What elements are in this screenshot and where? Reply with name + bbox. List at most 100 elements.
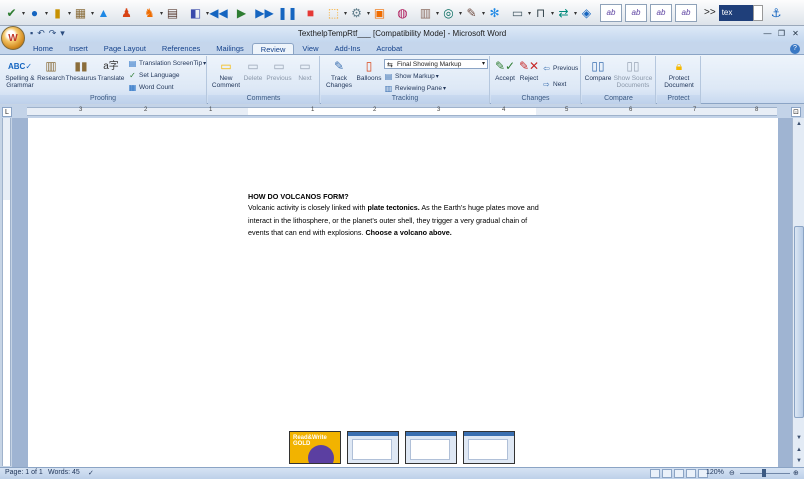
view-ruler-icon[interactable]: ⊡ [791, 107, 801, 117]
person-icon[interactable]: ♟ [117, 3, 136, 23]
check-spelling-icon[interactable]: ✔ ▾ [2, 3, 25, 23]
texthelp-logo[interactable]: tex [718, 4, 753, 21]
stop-icon[interactable]: ■ [301, 3, 320, 23]
markup-select-value: Final Showing Markup [397, 61, 462, 68]
fact-finder-icon[interactable]: ◈ [577, 3, 596, 23]
zoom-level[interactable]: 120% [706, 469, 724, 476]
proofing-status-icon[interactable]: ✓ [88, 469, 94, 477]
window-thumbnail-2[interactable] [405, 431, 457, 464]
spell-button-3[interactable]: ab [650, 3, 672, 22]
translation-screentip-button[interactable]: ▤ Translation ScreenTip ▾ [128, 59, 206, 68]
speaker-icon[interactable]: ◧ ▾ [186, 3, 209, 23]
spell-button-2[interactable]: ab [625, 3, 647, 22]
page-count[interactable]: Page: 1 of 1 [5, 469, 43, 476]
rewind-icon[interactable]: ◀◀ [209, 3, 228, 23]
dictionary-icon[interactable]: ▣ [370, 3, 389, 23]
document-page[interactable]: HOW DO VOLCANOS FORM? Volcanic activity … [28, 118, 778, 467]
help-icon[interactable]: ? [790, 44, 800, 54]
thumbnail-content [352, 439, 392, 460]
web-layout-view-icon[interactable] [674, 469, 684, 478]
play-icon[interactable]: ▶ [232, 3, 251, 23]
word-count[interactable]: Words: 45 [48, 469, 80, 476]
delete-comment-label: Delete [243, 75, 263, 82]
zoom-out-icon[interactable]: ⊖ [729, 469, 735, 477]
previous-change-button[interactable]: ⇦ Previous [542, 64, 579, 73]
book-icon[interactable]: ▮ ▾ [48, 3, 71, 23]
minimize-icon[interactable]: — [761, 27, 774, 39]
ruler-number: 3 [437, 107, 441, 113]
highlight-icon[interactable]: ✎ ▾ [462, 3, 485, 23]
flask-icon[interactable]: ▲ [94, 3, 113, 23]
zoom-slider-knob[interactable] [762, 469, 766, 477]
spell-button-4[interactable]: ab [675, 3, 697, 22]
anchor-icon[interactable]: ⚓ [767, 3, 786, 23]
set-language-button[interactable]: ✓ Set Language [128, 71, 179, 80]
vocab-icon[interactable]: ⇄ ▾ [554, 3, 577, 23]
texthelp-menu-box[interactable] [752, 4, 763, 21]
snowflake-icon[interactable]: ✻ [485, 3, 504, 23]
spelling-grammar-button[interactable]: ABC✓ Spelling & Grammar [3, 58, 37, 89]
ruler-number: 5 [565, 107, 569, 113]
restore-icon[interactable]: ❐ [775, 27, 788, 39]
protect-document-button[interactable]: 🔒︎ Protect Document [659, 58, 699, 90]
tab-selector[interactable]: L [2, 107, 12, 117]
next-page-icon[interactable]: ▼ [794, 456, 804, 466]
balloons-button[interactable]: ▯ Balloons [354, 58, 384, 83]
figure-icon[interactable]: ♞ ▾ [140, 3, 163, 23]
paragraph-bold-text: Choose a volcano above. [365, 228, 452, 237]
markup-display-select[interactable]: ⇆ Final Showing Markup ▾ [384, 59, 488, 69]
reject-button[interactable]: ✎✕ Reject [517, 58, 541, 83]
outline-view-icon[interactable] [686, 469, 696, 478]
ruler-number: 1 [209, 107, 213, 113]
search-web-icon[interactable]: ◎ ▾ [439, 3, 462, 23]
accept-button[interactable]: ✎✓ Accept [493, 58, 517, 83]
vertical-ruler[interactable] [2, 118, 11, 466]
microphone-icon[interactable]: ⊓ ▾ [531, 3, 554, 23]
scroll-up-icon[interactable]: ▲ [794, 119, 804, 129]
tracking-group-label: Tracking [321, 95, 489, 104]
horizontal-ruler[interactable]: 3 2 1 1 2 3 4 5 6 7 8 [27, 107, 777, 116]
full-screen-view-icon[interactable] [662, 469, 672, 478]
show-source-documents-button[interactable]: ▯▯ Show Source Documents [612, 58, 654, 90]
compare-button[interactable]: ▯▯ Compare [584, 58, 612, 83]
sphere-icon[interactable]: ● ▾ [25, 3, 48, 23]
research-button[interactable]: ▥ Research [37, 58, 65, 83]
thesaurus-button[interactable]: ▮▮ Thesaurus [65, 58, 97, 83]
window-thumbnail-3[interactable] [463, 431, 515, 464]
next-change-button[interactable]: ⇨ Next [542, 80, 566, 89]
show-markup-button[interactable]: ▤ Show Markup ▾ [384, 72, 439, 81]
word-count-button[interactable]: ▦ Word Count [128, 83, 174, 92]
close-icon[interactable]: ✕ [789, 27, 802, 39]
pause-icon[interactable]: ❚❚ [277, 3, 297, 23]
forward-icon[interactable]: ▶▶ [255, 3, 274, 23]
voice-icon[interactable]: ⚙ ▾ [347, 3, 370, 23]
monitor-icon[interactable]: ▭ ▾ [508, 3, 531, 23]
web-icon[interactable]: ◍ [393, 3, 412, 23]
reviewing-pane-label: Reviewing Pane [395, 84, 442, 92]
delete-comment-button[interactable]: ▭ Delete [241, 58, 265, 83]
office-button[interactable]: W [1, 26, 25, 50]
window-thumbnail-1[interactable] [347, 431, 399, 464]
print-layout-view-icon[interactable] [650, 469, 660, 478]
new-comment-button[interactable]: ▭ New Comment [212, 58, 240, 90]
readwrite-thumbnail[interactable]: Read&Write GOLD [289, 431, 341, 464]
previous-comment-button[interactable]: ▭ Previous [265, 58, 293, 83]
previous-page-icon[interactable]: ▲ [794, 445, 804, 455]
next-comment-button[interactable]: ▭ Next [294, 58, 316, 83]
reader-icon[interactable]: ▤ [163, 3, 182, 23]
vertical-scrollbar[interactable]: ▲ ▼ ▲ ▼ [792, 118, 804, 467]
spell-button-1[interactable]: ab [600, 3, 622, 22]
screenshot-reader-icon[interactable]: ⬚ ▾ [324, 3, 347, 23]
reviewing-pane-button[interactable]: ▥ Reviewing Pane ▾ [384, 84, 446, 93]
previous-change-label: Previous [553, 64, 579, 72]
calculator-icon[interactable]: ▥ ▾ [416, 3, 439, 23]
more-tools-button[interactable]: >> [704, 7, 716, 18]
translate-button[interactable]: a字 Translate [97, 58, 125, 82]
zoom-in-icon[interactable]: ⊕ [793, 469, 799, 477]
scroll-thumb[interactable] [794, 226, 804, 418]
document-area: HOW DO VOLCANOS FORM? Volcanic activity … [12, 118, 792, 467]
new-comment-icon: ▭ [220, 58, 232, 73]
track-changes-button[interactable]: ✎ Track Changes [323, 58, 355, 90]
scroll-down-icon[interactable]: ▼ [794, 433, 804, 443]
document-icon[interactable]: ▦ ▾ [71, 3, 94, 23]
